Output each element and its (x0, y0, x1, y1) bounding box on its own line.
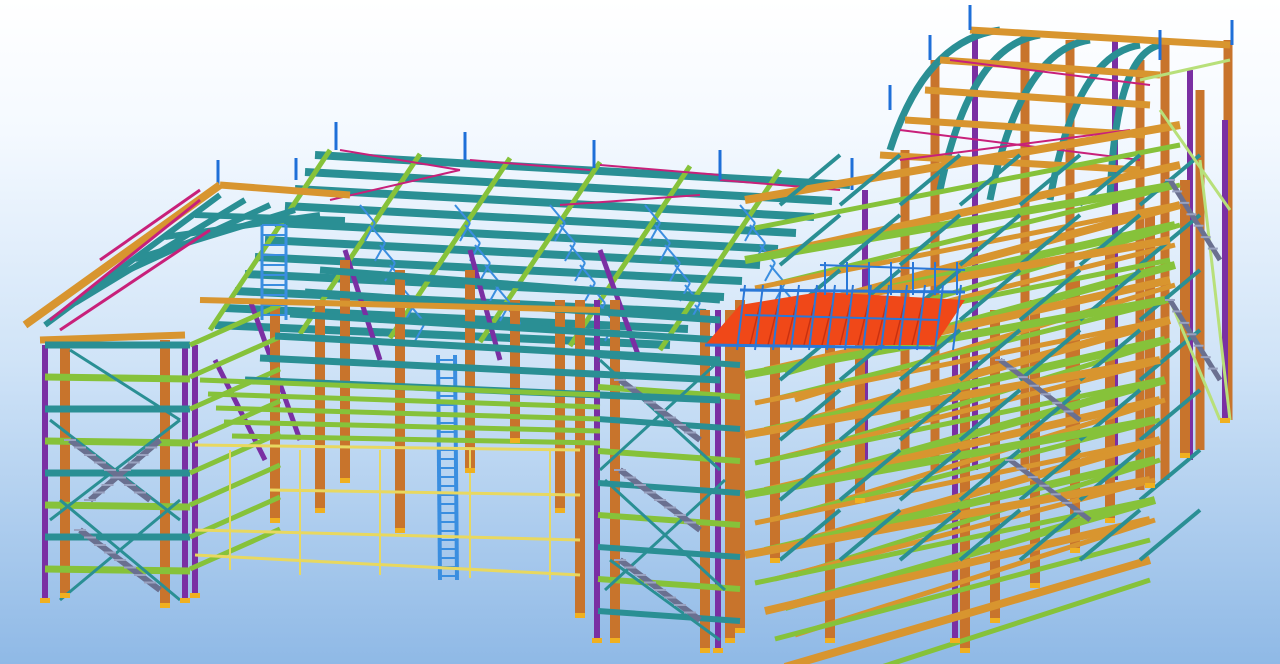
base-plate[interactable] (1030, 583, 1040, 588)
floor-beam[interactable] (44, 437, 191, 447)
base-plate[interactable] (1180, 453, 1190, 458)
base-plate[interactable] (770, 558, 780, 563)
floor-beam[interactable] (44, 565, 191, 575)
base-plate[interactable] (725, 638, 735, 643)
base-plate[interactable] (315, 508, 325, 513)
base-plate[interactable] (270, 518, 280, 523)
base-plate[interactable] (160, 603, 170, 608)
roof-ridge-beam[interactable] (219, 181, 351, 199)
base-plate[interactable] (190, 593, 200, 598)
floor-beam-side[interactable] (188, 526, 282, 572)
base-plate[interactable] (1145, 483, 1155, 488)
base-plate[interactable] (735, 628, 745, 633)
floor-beam-side[interactable] (188, 462, 282, 508)
steel-structure-model[interactable] (0, 0, 1280, 664)
base-plate[interactable] (465, 468, 475, 473)
base-plate[interactable] (1070, 548, 1080, 553)
base-plate[interactable] (40, 598, 50, 603)
base-plate[interactable] (950, 638, 960, 643)
right-building-floor-grids (744, 58, 1232, 664)
roof-purlin[interactable] (969, 26, 1231, 49)
base-plate[interactable] (555, 508, 565, 513)
base-plate[interactable] (1105, 518, 1115, 523)
base-plate[interactable] (700, 648, 710, 653)
wall-girts (194, 443, 581, 580)
edge-brace[interactable] (1139, 58, 1231, 82)
roof-purlin[interactable] (43, 192, 222, 328)
base-plate[interactable] (180, 598, 190, 603)
base-plate[interactable] (1220, 418, 1230, 423)
base-plate[interactable] (60, 593, 70, 598)
floor-beam-green[interactable] (223, 419, 601, 434)
base-plate[interactable] (575, 613, 585, 618)
edge-brace[interactable] (1168, 299, 1222, 421)
girt[interactable] (194, 553, 581, 577)
base-plate[interactable] (825, 638, 835, 643)
base-plate[interactable] (610, 638, 620, 643)
edge-brace[interactable] (1158, 109, 1232, 211)
base-plate[interactable] (713, 648, 723, 653)
roof-eave-beam[interactable] (39, 331, 186, 344)
roof-brace[interactable] (49, 198, 201, 322)
base-plate[interactable] (960, 648, 970, 653)
base-plate[interactable] (395, 528, 405, 533)
base-plate[interactable] (340, 478, 350, 483)
base-plate[interactable] (990, 618, 1000, 623)
base-plate[interactable] (510, 438, 520, 443)
3d-model-viewport[interactable] (0, 0, 1280, 664)
base-plate[interactable] (855, 498, 865, 503)
floor-beam-green[interactable] (231, 433, 601, 446)
base-plate[interactable] (592, 638, 602, 643)
